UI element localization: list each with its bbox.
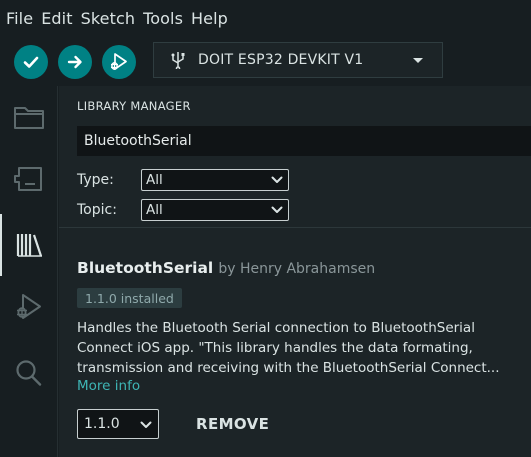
menu-file[interactable]: File bbox=[6, 9, 33, 28]
library-search-input[interactable] bbox=[77, 126, 531, 156]
library-icon bbox=[16, 234, 43, 257]
chevron-down-icon bbox=[271, 176, 283, 183]
sidebar-item-boards-manager[interactable] bbox=[0, 148, 58, 210]
arrow-right-icon bbox=[67, 55, 82, 69]
library-description: Handles the Bluetooth Serial connection … bbox=[77, 318, 529, 378]
upload-button[interactable] bbox=[58, 45, 92, 79]
menubar: File Edit Sketch Tools Help bbox=[0, 0, 531, 36]
type-filter-select[interactable]: All bbox=[141, 169, 289, 191]
description-line: Connect iOS app. "This library handles t… bbox=[77, 340, 473, 356]
remove-button[interactable]: REMOVE bbox=[196, 415, 269, 433]
divider bbox=[59, 227, 531, 228]
panel-title: LIBRARY MANAGER bbox=[77, 99, 191, 113]
debug-button[interactable] bbox=[102, 45, 136, 79]
topic-filter-value: All bbox=[146, 202, 163, 218]
sidebar-item-debug[interactable] bbox=[0, 276, 58, 338]
library-manager-panel: LIBRARY MANAGER Type: All Topic: All Blu… bbox=[59, 86, 531, 457]
library-header: BluetoothSerial by Henry Abrahamsen bbox=[77, 258, 375, 277]
description-line: transmission and receiving with the Blue… bbox=[77, 360, 500, 376]
chevron-down-icon bbox=[140, 421, 152, 428]
type-filter-label: Type: bbox=[77, 172, 114, 188]
installed-badge: 1.1.0 installed bbox=[77, 288, 182, 308]
library-author: by Henry Abrahamsen bbox=[218, 261, 376, 277]
checkmark-icon bbox=[23, 56, 39, 68]
debug-icon bbox=[17, 294, 41, 319]
board-name: DOIT ESP32 DEVKIT V1 bbox=[198, 52, 364, 68]
board-manager-icon bbox=[14, 167, 42, 191]
folder-icon bbox=[14, 107, 44, 129]
version-value: 1.1.0 bbox=[84, 416, 120, 432]
topic-filter-label: Topic: bbox=[77, 202, 117, 218]
sidebar-item-search[interactable] bbox=[0, 342, 58, 404]
debug-icon bbox=[111, 53, 127, 70]
menu-edit[interactable]: Edit bbox=[41, 9, 72, 28]
chevron-down-icon bbox=[271, 206, 283, 213]
version-select[interactable]: 1.1.0 bbox=[77, 409, 159, 439]
menu-help[interactable]: Help bbox=[191, 9, 228, 28]
chevron-down-icon bbox=[413, 58, 423, 63]
verify-button[interactable] bbox=[14, 45, 48, 79]
menu-tools[interactable]: Tools bbox=[143, 9, 183, 28]
description-line: Handles the Bluetooth Serial connection … bbox=[77, 320, 475, 336]
sidebar-item-library-manager[interactable] bbox=[0, 214, 58, 276]
topic-filter-select[interactable]: All bbox=[141, 199, 289, 221]
search-icon bbox=[16, 360, 42, 386]
board-selector[interactable]: DOIT ESP32 DEVKIT V1 bbox=[153, 42, 443, 78]
sidebar bbox=[0, 86, 58, 457]
type-filter-value: All bbox=[146, 172, 163, 188]
toolbar: DOIT ESP32 DEVKIT V1 bbox=[0, 36, 531, 86]
usb-icon bbox=[171, 52, 185, 69]
menu-sketch[interactable]: Sketch bbox=[81, 9, 136, 28]
library-name: BluetoothSerial bbox=[77, 259, 214, 277]
sidebar-item-sketchbook[interactable] bbox=[0, 86, 58, 148]
more-info-link[interactable]: More info bbox=[77, 378, 140, 394]
